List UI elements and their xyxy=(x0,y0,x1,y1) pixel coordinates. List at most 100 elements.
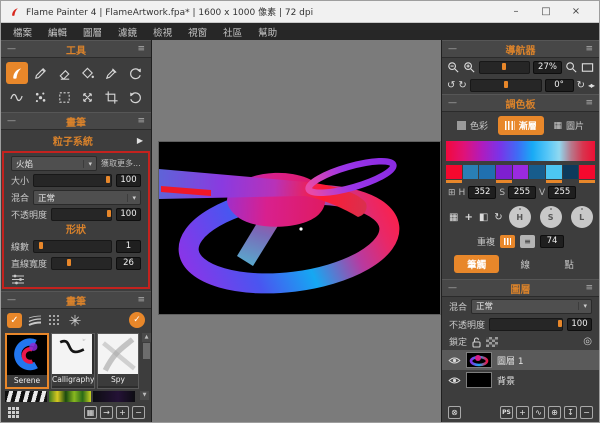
add-brush-button[interactable]: + xyxy=(116,406,129,419)
flip-horizontal-icon[interactable]: ◂▸ xyxy=(588,81,594,90)
repeat-value[interactable]: 74 xyxy=(540,235,564,248)
lines-slider[interactable] xyxy=(33,240,112,253)
menu-filter[interactable]: 濾鏡 xyxy=(110,23,145,41)
remove-brush-button[interactable]: − xyxy=(132,406,145,419)
rotate-ccw-icon[interactable]: ↺ xyxy=(447,80,455,91)
tool-wave-button[interactable] xyxy=(6,86,28,108)
collapse-icon[interactable]: — xyxy=(448,44,460,54)
rotate-cw-icon[interactable]: ↻ xyxy=(458,80,466,91)
add-vector-layer-button[interactable]: ∿ xyxy=(532,406,545,419)
panel-menu-icon[interactable]: ≡ xyxy=(133,295,145,305)
menu-community[interactable]: 社區 xyxy=(215,23,250,41)
repeat-bars-toggle[interactable] xyxy=(500,235,515,248)
numpad-icon[interactable]: ⊞ xyxy=(448,188,456,198)
mode-dot[interactable]: 點 xyxy=(551,255,587,273)
tool-pencil-button[interactable] xyxy=(30,62,52,84)
brush-thumbnail[interactable] xyxy=(49,391,91,402)
rotation-slider[interactable] xyxy=(470,79,542,92)
zoom-slider[interactable] xyxy=(479,61,530,74)
zoom-value[interactable]: 27% xyxy=(533,61,562,74)
layer-opacity-value[interactable]: 100 xyxy=(567,318,592,331)
layer-blend-dropdown[interactable]: 正常 ▾ xyxy=(471,299,592,314)
expand-arrow-icon[interactable]: ▶ xyxy=(137,136,143,145)
preset-dropdown[interactable]: 火焰 ▾ xyxy=(11,156,97,171)
workspace[interactable] xyxy=(152,40,442,422)
swatch[interactable] xyxy=(563,165,579,183)
tool-transform-button[interactable] xyxy=(77,86,99,108)
collapse-icon[interactable]: — xyxy=(448,283,460,293)
rotation-value[interactable]: 0° xyxy=(545,79,574,92)
menu-layer[interactable]: 圖層 xyxy=(75,23,110,41)
opacity-value[interactable]: 100 xyxy=(116,208,141,221)
v-value[interactable]: 255 xyxy=(548,186,576,199)
remove-layer-button[interactable]: − xyxy=(580,406,593,419)
brush-tile-calligraphy[interactable]: Calligraphy xyxy=(51,333,95,389)
size-value[interactable]: 100 xyxy=(116,174,141,187)
particle-burst-icon[interactable] xyxy=(68,314,82,327)
alpha-circle-icon[interactable]: ◎ xyxy=(583,336,592,347)
menu-help[interactable]: 幫助 xyxy=(250,23,285,41)
opacity-slider[interactable] xyxy=(51,208,112,221)
grid-icon[interactable]: ▦ xyxy=(449,212,458,223)
grid-view-icon[interactable] xyxy=(7,406,20,419)
eye-icon[interactable] xyxy=(448,376,461,385)
collapse-icon[interactable]: — xyxy=(448,98,460,108)
layer-opacity-slider[interactable] xyxy=(489,318,563,331)
contrast-icon[interactable]: ◧ xyxy=(479,212,488,223)
brush-thumbnail[interactable] xyxy=(5,391,47,402)
maximize-button[interactable]: □ xyxy=(531,6,561,17)
swatch[interactable] xyxy=(446,165,462,183)
layer-row-2[interactable]: 背景 xyxy=(442,370,599,390)
panel-menu-icon[interactable]: ≡ xyxy=(581,283,593,293)
swatch[interactable] xyxy=(546,165,562,183)
close-button[interactable]: × xyxy=(561,6,591,17)
hue-knob[interactable]: H xyxy=(509,206,531,228)
magnifier-icon[interactable] xyxy=(565,61,578,74)
merge-down-button[interactable]: ↧ xyxy=(564,406,577,419)
minimize-button[interactable]: – xyxy=(501,6,531,17)
tool-select-button[interactable] xyxy=(53,86,75,108)
crosshair-icon[interactable]: + xyxy=(464,212,472,223)
collapse-icon[interactable]: — xyxy=(7,44,19,54)
menu-edit[interactable]: 編輯 xyxy=(40,23,75,41)
s-value[interactable]: 255 xyxy=(508,186,536,199)
brush-thumbnail[interactable] xyxy=(93,391,135,402)
tab-color[interactable]: 色彩 xyxy=(450,116,495,135)
gradient-strip[interactable] xyxy=(446,141,595,161)
layer-row-1[interactable]: 圖層 1 xyxy=(442,350,599,370)
line-width-value[interactable]: 26 xyxy=(116,257,141,270)
blend-dropdown[interactable]: 正常 ▾ xyxy=(33,190,141,205)
repeat-lines-toggle[interactable]: ≡ xyxy=(520,235,535,248)
menu-window[interactable]: 視窗 xyxy=(180,23,215,41)
zoom-in-icon[interactable] xyxy=(463,61,476,74)
particle-system-row[interactable]: 粒子系統 ▶ xyxy=(1,130,151,150)
tool-eyedropper-button[interactable] xyxy=(101,62,123,84)
menu-view[interactable]: 檢視 xyxy=(145,23,180,41)
add-layer-button[interactable]: + xyxy=(516,406,529,419)
tool-undo-button[interactable] xyxy=(124,62,146,84)
tool-crop-button[interactable] xyxy=(101,86,123,108)
tool-flame-brush-button[interactable] xyxy=(6,62,28,84)
mode-line[interactable]: 線 xyxy=(507,255,543,273)
brush-list-scrollbar[interactable]: ▲ xyxy=(142,333,151,389)
line-width-slider[interactable] xyxy=(51,257,112,270)
tool-eraser-button[interactable] xyxy=(53,62,75,84)
brush-tile-spy[interactable]: Spy xyxy=(97,333,139,389)
size-slider[interactable] xyxy=(33,174,112,187)
lock-transparency-icon[interactable] xyxy=(486,337,498,347)
brush-tile-serene[interactable]: Serene xyxy=(5,333,49,389)
loop-icon[interactable]: ↻ xyxy=(494,212,502,223)
swatch[interactable] xyxy=(513,165,529,183)
panel-menu-icon[interactable]: ≡ xyxy=(581,44,593,54)
saturation-knob[interactable]: S xyxy=(540,206,562,228)
panel-menu-icon[interactable]: ≡ xyxy=(581,98,593,108)
h-value[interactable]: 352 xyxy=(468,186,496,199)
tool-fill-button[interactable] xyxy=(77,62,99,84)
advanced-settings-icon[interactable] xyxy=(11,274,25,285)
reset-rotation-icon[interactable]: ↻ xyxy=(577,80,585,91)
import-export-icon[interactable]: → xyxy=(100,406,113,419)
fit-screen-icon[interactable] xyxy=(581,62,594,73)
scrollbar-thumb[interactable] xyxy=(143,343,150,359)
panel-menu-icon[interactable]: ≡ xyxy=(133,116,145,126)
lightness-knob[interactable]: L xyxy=(571,206,593,228)
